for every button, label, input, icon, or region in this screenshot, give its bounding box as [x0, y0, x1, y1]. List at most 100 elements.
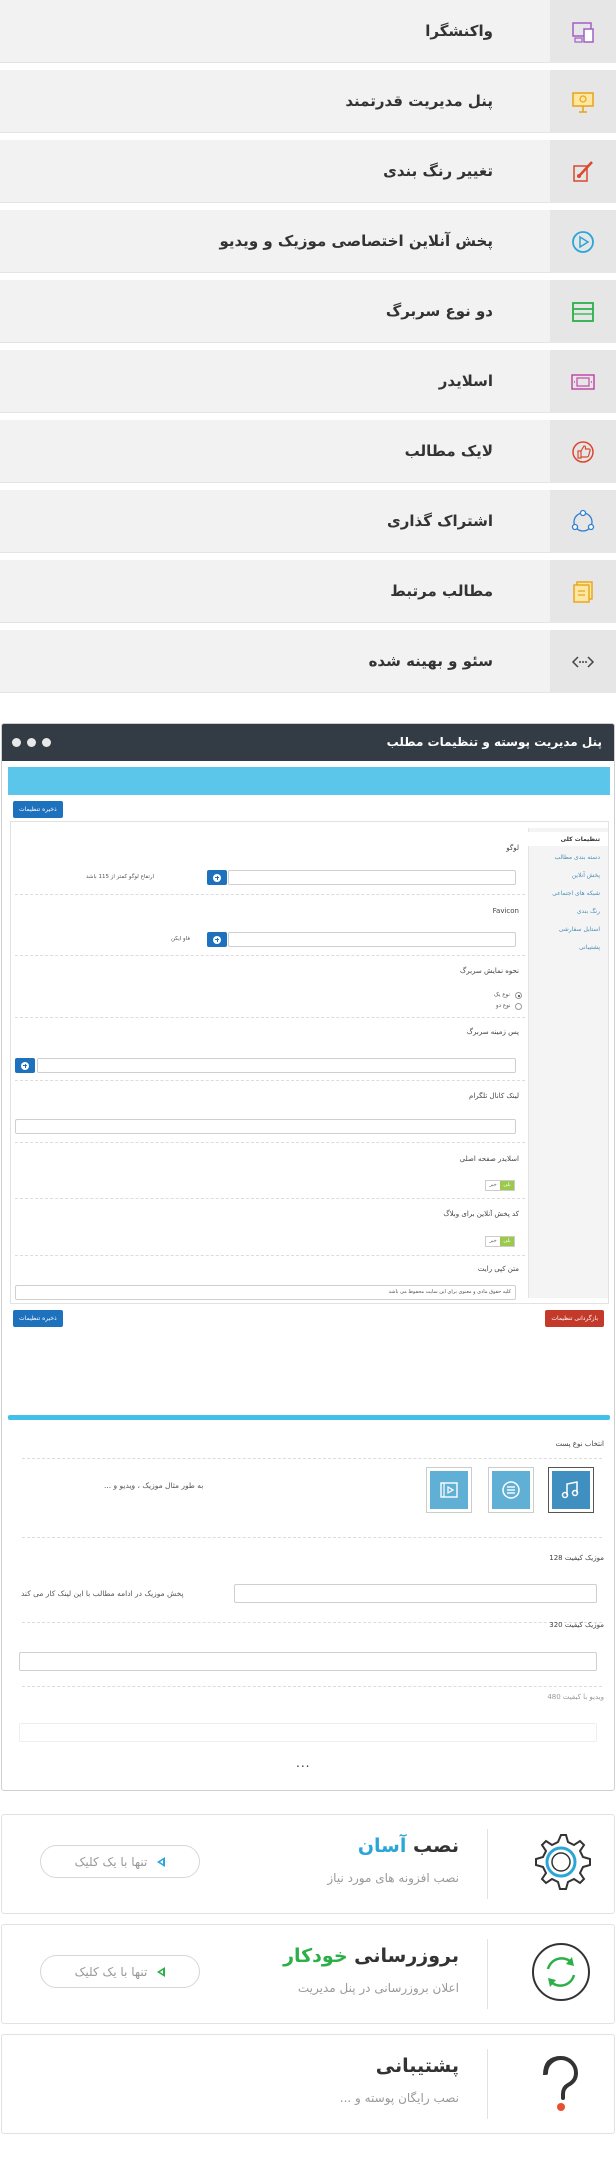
weblog-player-toggle[interactable]: خیر بلی: [485, 1236, 515, 1247]
favicon-input[interactable]: [228, 932, 516, 947]
telegram-label: لینک کانال تلگرام: [469, 1092, 519, 1100]
sidebar-item-general[interactable]: تنظیمات کلی: [561, 836, 600, 843]
copyright-label: متن کپی رایت: [477, 1265, 519, 1273]
more-indicator: ...: [296, 1756, 311, 1770]
divider: [22, 1458, 602, 1459]
presentation-board-icon: [550, 70, 616, 133]
divider: [15, 955, 525, 956]
feature-label: واکنشگرا: [425, 22, 493, 40]
feature-row: سئو و بهینه شده: [0, 630, 616, 693]
feature-row: پنل مدیریت قدرتمند: [0, 70, 616, 133]
card-title-highlight: آسان: [357, 1835, 407, 1857]
feature-label: پخش آنلاین اختصاصی موزیک و ویدیو: [219, 232, 493, 250]
reset-settings-button[interactable]: بازگردانی تنظیمات: [545, 1310, 604, 1327]
panel-title: پنل مدیریت پوسته و تنظیمات مطلب: [386, 735, 602, 749]
plus-icon: [213, 873, 221, 882]
header-type-2-radio[interactable]: [515, 1003, 522, 1010]
divider: [15, 894, 525, 895]
panel-banner: [8, 767, 610, 795]
logo-label: لوگو: [506, 844, 519, 852]
one-click-button[interactable]: تنها با یک کلیک: [40, 1845, 200, 1878]
music-128-label: موزیک کیفیت 128: [549, 1554, 604, 1562]
card-subtitle: نصب افزونه های مورد نیاز: [327, 1871, 459, 1885]
play-triangle-icon: [157, 1856, 166, 1867]
settings-box: تنظیمات کلی دسته بندی مطالب پخش آنلاین ش…: [10, 821, 609, 1304]
divider: [15, 1080, 525, 1081]
logo-input[interactable]: [228, 870, 516, 885]
settings-content: لوگو ارتفاع لوگو کمتر از 115 باشد Favico…: [11, 822, 529, 1303]
video-480-label: ویدیو با کیفیت 480: [547, 1693, 604, 1701]
video-film-icon: [440, 1482, 458, 1498]
auto-update-card: بروزرسانی خودکار اعلان بروزرسانی در پنل …: [1, 1924, 615, 2024]
save-settings-button[interactable]: ذخیره تنظیمات: [13, 1310, 63, 1327]
sidebar-item-categories[interactable]: دسته بندی مطالب: [554, 854, 600, 861]
music-320-label: موزیک کیفیت 320: [549, 1621, 604, 1629]
sidebar-item-custom-style[interactable]: استایل سفارشی: [559, 926, 600, 933]
gear-icon: [535, 1834, 591, 1890]
favicon-hint: فاو ایکن: [171, 936, 190, 942]
panel-header: پنل مدیریت پوسته و تنظیمات مطلب: [2, 724, 614, 761]
card-title-main: نصب: [413, 1835, 459, 1857]
header-type-2-label: نوع دو: [496, 1003, 511, 1009]
sidebar-item-online-player[interactable]: پخش آنلاین: [572, 872, 600, 879]
feature-row: تغییر رنگ بندی: [0, 140, 616, 203]
card-title: پشتیبانی: [375, 2055, 459, 2077]
play-circle-icon: [550, 210, 616, 273]
window-dot-icon[interactable]: [12, 738, 21, 747]
sidebar-item-support[interactable]: پشتیبانی: [579, 944, 600, 951]
main-slider-toggle[interactable]: خیر بلی: [485, 1180, 515, 1191]
header-bg-upload-button[interactable]: [15, 1058, 35, 1073]
feature-label: اشتراک گذاری: [387, 512, 493, 530]
header-mode-label: نحوه نمایش سربرگ: [459, 967, 519, 975]
post-type-text[interactable]: [488, 1467, 534, 1513]
copyright-input[interactable]: کلیه حقوق مادی و معنوی برای این سایت محف…: [15, 1285, 516, 1300]
window-dot-icon[interactable]: [27, 738, 36, 747]
music-128-hint: پخش موزیک در ادامه مطالب با این لینک کار…: [21, 1589, 184, 1598]
responsive-devices-icon: [550, 0, 616, 63]
post-type-video[interactable]: [426, 1467, 472, 1513]
favicon-label: Favicon: [492, 907, 519, 915]
settings-sidebar: تنظیمات کلی دسته بندی مطالب پخش آنلاین ش…: [528, 828, 608, 1298]
features-list: واکنشگرا پنل مدیریت قدرتمند تغییر رنگ بن…: [0, 0, 616, 700]
main-slider-label: اسلایدر صفحه اصلی: [459, 1155, 519, 1163]
feature-label: لایک مطالب: [404, 442, 493, 460]
video-480-input[interactable]: [19, 1723, 597, 1742]
logo-upload-button[interactable]: [207, 870, 227, 885]
thumbs-up-icon: [550, 420, 616, 483]
post-type-music[interactable]: [548, 1467, 594, 1513]
window-dot-icon[interactable]: [42, 738, 51, 747]
header-bg-input[interactable]: [37, 1058, 516, 1073]
header-layout-icon: [550, 280, 616, 343]
music-128-input[interactable]: [234, 1584, 597, 1603]
sidebar-item-colors[interactable]: رنگ بندی: [577, 908, 600, 915]
divider: [15, 1198, 525, 1199]
feature-row: اشتراک گذاری: [0, 490, 616, 553]
card-subtitle: اعلان بروزرسانی در پنل مدیریت: [297, 1981, 459, 1995]
post-type-hint: به طور مثال موزیک ، ویدیو و ...: [104, 1481, 204, 1490]
divider: [22, 1686, 602, 1687]
header-type-1-radio[interactable]: [515, 992, 522, 999]
feature-label: مطالب مرتبط: [390, 582, 493, 600]
sidebar-item-social[interactable]: شبکه های اجتماعی: [552, 890, 600, 897]
toggle-no: خیر: [489, 1238, 497, 1244]
favicon-upload-button[interactable]: [207, 932, 227, 947]
card-title: نصب آسان: [358, 1835, 459, 1857]
card-title-main: بروزرسانی: [354, 1945, 459, 1967]
post-type-label: انتخاب نوع پست: [555, 1440, 604, 1448]
feature-row: دو نوع سربرگ: [0, 280, 616, 343]
telegram-input[interactable]: [15, 1119, 516, 1134]
save-settings-button[interactable]: ذخیره تنظیمات: [13, 801, 63, 818]
divider: [15, 1142, 525, 1143]
card-subtitle: نصب رایگان پوسته و ...: [339, 2091, 459, 2105]
header-type-1-label: نوع یک: [494, 992, 510, 998]
admin-panel-window: پنل مدیریت پوسته و تنظیمات مطلب ذخیره تن…: [1, 723, 615, 1791]
text-list-icon: [502, 1481, 520, 1499]
header-bg-label: پس زمینه سربرگ: [466, 1028, 519, 1036]
feature-label: پنل مدیریت قدرتمند: [345, 92, 493, 110]
slider-icon: [550, 350, 616, 413]
music-320-input[interactable]: [19, 1652, 597, 1671]
feature-row: اسلایدر: [0, 350, 616, 413]
code-seo-icon: [550, 630, 616, 693]
toggle-yes: بلی: [500, 1237, 514, 1246]
one-click-button[interactable]: تنها با یک کلیک: [40, 1955, 200, 1988]
